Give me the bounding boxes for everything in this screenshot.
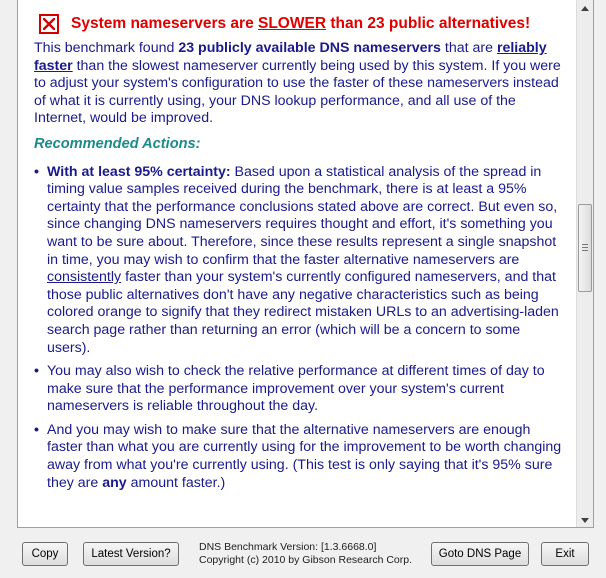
intro-text-3: than the slowest nameserver currently be… <box>34 57 561 127</box>
headline-post: than 23 public alternatives! <box>326 15 531 33</box>
list-item: And you may wish to make sure that the a… <box>34 422 562 492</box>
headline: System nameservers are SLOWER than 23 pu… <box>34 14 562 34</box>
intro-bold: 23 publicly available DNS nameservers <box>178 40 441 56</box>
bullet-1-underlined: consistently <box>47 269 122 286</box>
grip-line <box>582 247 588 248</box>
recommended-actions-heading: Recommended Actions: <box>34 135 201 152</box>
actions-list: With at least 95% certainty: Based upon … <box>34 164 562 493</box>
exit-button[interactable]: Exit <box>541 542 589 566</box>
headline-pre: System nameservers are <box>71 15 258 33</box>
vertical-scrollbar[interactable] <box>576 0 593 527</box>
scroll-up-arrow-icon[interactable] <box>577 0 593 16</box>
grip-line <box>582 244 588 245</box>
headline-text: System nameservers are SLOWER than 23 pu… <box>71 15 530 33</box>
version-label: DNS Benchmark Version: [1.3.6668.0] <box>199 541 377 553</box>
bullet-1-text-2: faster than your system's currently conf… <box>47 269 559 356</box>
list-item: You may also wish to check the relative … <box>34 363 562 416</box>
bullet-2-text: You may also wish to check the relative … <box>47 363 545 415</box>
error-x-icon <box>39 14 59 34</box>
bullet-3-bold: any <box>102 474 127 491</box>
scroll-down-arrow-icon[interactable] <box>577 512 593 527</box>
headline-slower: SLOWER <box>258 15 327 33</box>
copyright-label: Copyright (c) 2010 by Gibson Research Co… <box>199 554 413 566</box>
intro-text-1: This benchmark found <box>34 40 179 56</box>
intro-paragraph: This benchmark found 23 publicly availab… <box>34 40 562 128</box>
footer: Copy Latest Version? DNS Benchmark Versi… <box>0 528 606 578</box>
version-info: DNS Benchmark Version: [1.3.6668.0] Copy… <box>199 541 412 567</box>
list-item: With at least 95% certainty: Based upon … <box>34 164 562 358</box>
goto-dns-page-button[interactable]: Goto DNS Page <box>431 542 529 566</box>
scrollbar-thumb[interactable] <box>578 204 592 292</box>
results-content: System nameservers are SLOWER than 23 pu… <box>34 0 562 498</box>
grip-line <box>582 250 588 251</box>
intro-text-2: that are <box>440 40 497 56</box>
copy-button[interactable]: Copy <box>22 542 68 566</box>
bullet-3-text-2: amount faster.) <box>126 474 226 491</box>
latest-version-button[interactable]: Latest Version? <box>83 542 179 566</box>
bullet-1-bold: With at least 95% certainty: <box>47 163 231 180</box>
results-panel: System nameservers are SLOWER than 23 pu… <box>17 0 594 528</box>
